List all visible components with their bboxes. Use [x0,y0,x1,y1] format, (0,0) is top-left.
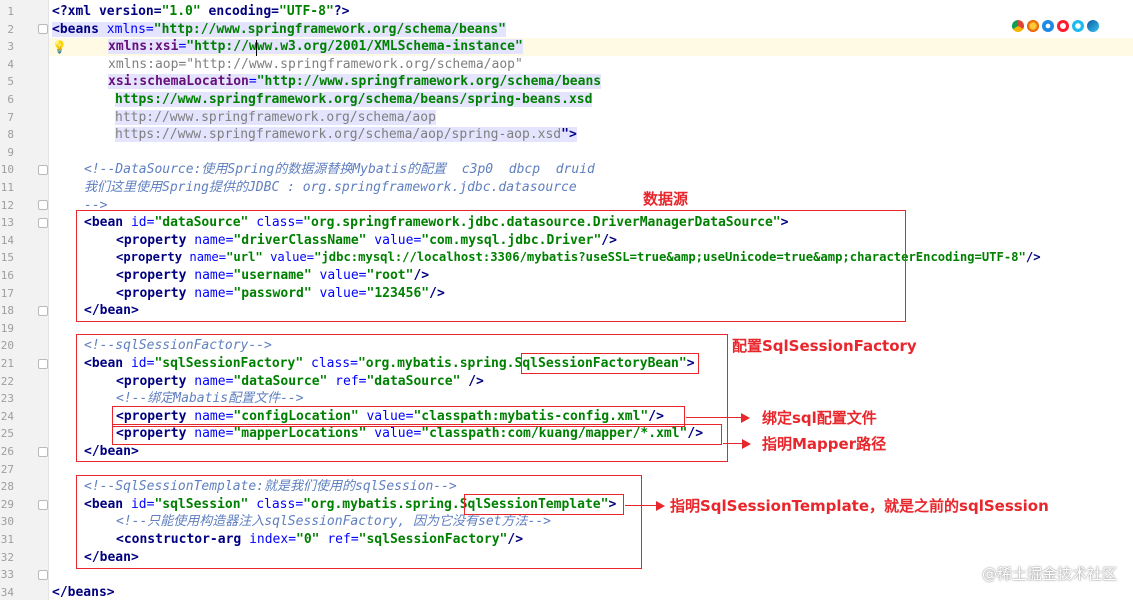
code-line: xsi:schemaLocation="http://www.springfra… [108,73,602,91]
annotation-template: 指明SqlSessionTemplate，就是之前的sqlSession [670,497,1049,515]
annotation-bind-config: 绑定sql配置文件 [762,409,877,427]
line-number: 7 [7,110,14,124]
annotation-mapper: 指明Mapper路径 [762,435,887,453]
fold-toggle[interactable] [38,570,48,580]
line-number: 30 [0,515,14,529]
xml-decl: <?xml version= [52,4,162,19]
arrow-icon [686,412,750,423]
attr-value: "UTF-8" [279,4,334,19]
edge-icon[interactable] [1087,20,1099,32]
mapper-locations-box [112,424,722,445]
code-line: <beans xmlns="http://www.springframework… [52,21,506,39]
fold-toggle[interactable] [38,500,48,510]
line-number: 12 [0,198,14,212]
attr-name: xsi:schemaLocation [108,74,249,90]
template-highlight-box [76,475,642,569]
code-line: xmlns:aop="http://www.springframework.or… [108,56,523,72]
code-line: </beans> [52,584,115,600]
line-number: 29 [0,497,14,511]
attr-value: "http://www.w3.org/2001/XMLSchema-instan… [186,39,523,55]
attr-value: https://www.springframework.org/schema/a… [115,127,562,143]
line-number: 13 [0,216,14,230]
xml-decl: encoding= [200,4,279,19]
line-number: 33 [0,568,14,582]
lightbulb-icon[interactable]: 💡 [52,40,67,54]
arrow-icon [723,438,751,449]
datasource-highlight-box [76,210,906,322]
code-line: <?xml version="1.0" encoding="UTF-8"?> [52,3,349,21]
opera-icon[interactable] [1057,20,1069,32]
line-number: 18 [0,304,14,318]
line-number: 16 [0,269,14,282]
xml-decl: ?> [333,4,350,19]
line-number: 4 [7,57,14,71]
fold-toggle[interactable] [38,24,48,34]
factory-class-box [521,353,699,374]
attr-value: "http://www.springframework.org/schema/b… [256,74,602,90]
line-number: 19 [0,321,14,335]
line-number: 6 [7,93,14,106]
line-number: 22 [0,374,14,388]
ie-icon[interactable] [1072,20,1084,32]
attr-value: "1.0" [161,4,201,19]
watermark: @稀土掘金技术社区 [981,565,1117,583]
attr-value: http://www.springframework.org/schema/ao… [115,109,436,125]
line-gutter: 1 2 3 4 5 6 7 8 9 10 11 12 13 14 15 16 1… [0,0,49,600]
fold-toggle[interactable] [38,359,48,369]
chrome-icon[interactable] [1012,20,1024,32]
fold-toggle[interactable] [38,306,48,316]
line-number: 28 [0,480,14,494]
fold-toggle[interactable] [38,200,48,210]
line-number: 11 [0,181,14,194]
line-number: 8 [7,128,14,142]
fold-toggle[interactable] [38,218,48,228]
tag-close: "> [561,127,577,143]
line-number: 24 [0,409,14,423]
line-number: 23 [0,392,14,406]
attr-name: xmlns= [106,21,154,37]
line-number: 20 [0,339,14,353]
line-number: 9 [7,145,14,159]
firefox-icon[interactable] [1027,20,1039,32]
line-number: 31 [0,533,14,546]
line-number: 15 [0,251,14,265]
line-number: 17 [0,286,14,300]
safari-icon[interactable] [1042,20,1054,32]
code-line: https://www.springframework.org/schema/b… [115,91,593,109]
code-line: xmlns:xsi="http://www.w3.org/2001/XMLSch… [108,38,523,56]
line-number: 14 [0,233,14,247]
line-number: 2 [7,22,14,36]
fold-toggle[interactable] [38,447,48,457]
tag-close: /> [1025,250,1041,265]
line-number: 3 [7,40,14,54]
code-line: http://www.springframework.org/schema/ao… [115,109,436,127]
annotation-datasource: 数据源 [643,190,689,208]
attr-eq: = [248,74,257,90]
line-number: 21 [0,357,14,370]
line-number: 26 [0,445,14,458]
line-number: 27 [0,462,14,476]
code-line: https://www.springframework.org/schema/a… [115,126,577,144]
arrow-icon [625,500,665,511]
annotation-factory: 配置SqlSessionFactory [732,337,917,355]
attr-value: "http://www.springframework.org/schema/b… [153,21,506,37]
attr-name: xmlns:xsi [108,39,179,55]
line-number: 1 [7,5,14,18]
line-number: 34 [0,585,14,599]
fold-toggle[interactable] [38,165,48,175]
comment-line: 我们这里使用Spring提供的JDBC : org.springframewor… [84,180,577,195]
line-number: 25 [0,427,14,441]
text-cursor [256,40,257,56]
line-number: 5 [7,75,14,89]
line-number: 10 [0,163,14,177]
comment-line: <!--DataSource:使用Spring的数据源替换Mybatis的配置 … [84,162,595,178]
browser-preview-icons [1012,20,1099,32]
attr-value: https://www.springframework.org/schema/b… [115,92,593,107]
template-class-box [464,494,624,515]
line-number: 32 [0,550,14,564]
tag-name: <beans [52,21,107,37]
